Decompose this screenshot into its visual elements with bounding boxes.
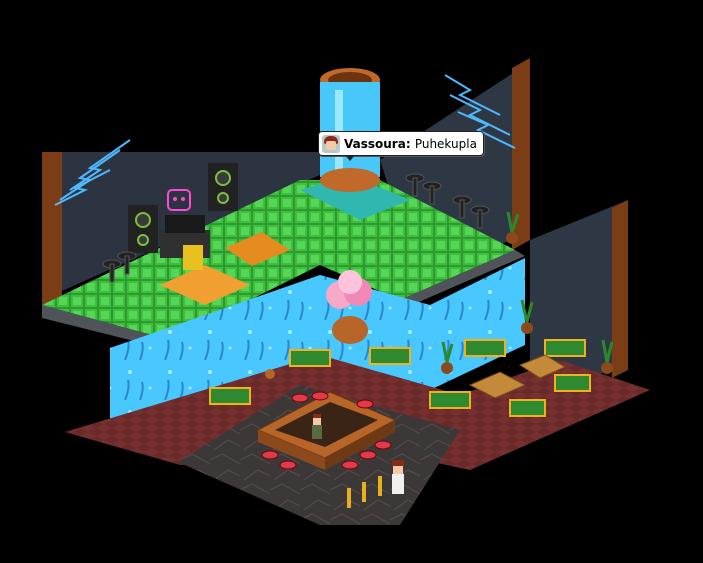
chat-speaker: Vassoura — [344, 136, 406, 151]
chat-tail — [345, 155, 355, 161]
room-scene — [42, 58, 650, 525]
bartender-avatar[interactable] — [312, 414, 322, 439]
chat-bubble: Vassoura: Puhekupla — [318, 131, 484, 161]
chat-text: Vassoura: Puhekupla — [344, 136, 477, 151]
chat-message: Puhekupla — [414, 136, 477, 151]
player-avatar-vassoura[interactable] — [392, 460, 404, 494]
speaker-avatar-icon — [322, 134, 340, 153]
cylinder-aquarium[interactable] — [320, 68, 380, 192]
